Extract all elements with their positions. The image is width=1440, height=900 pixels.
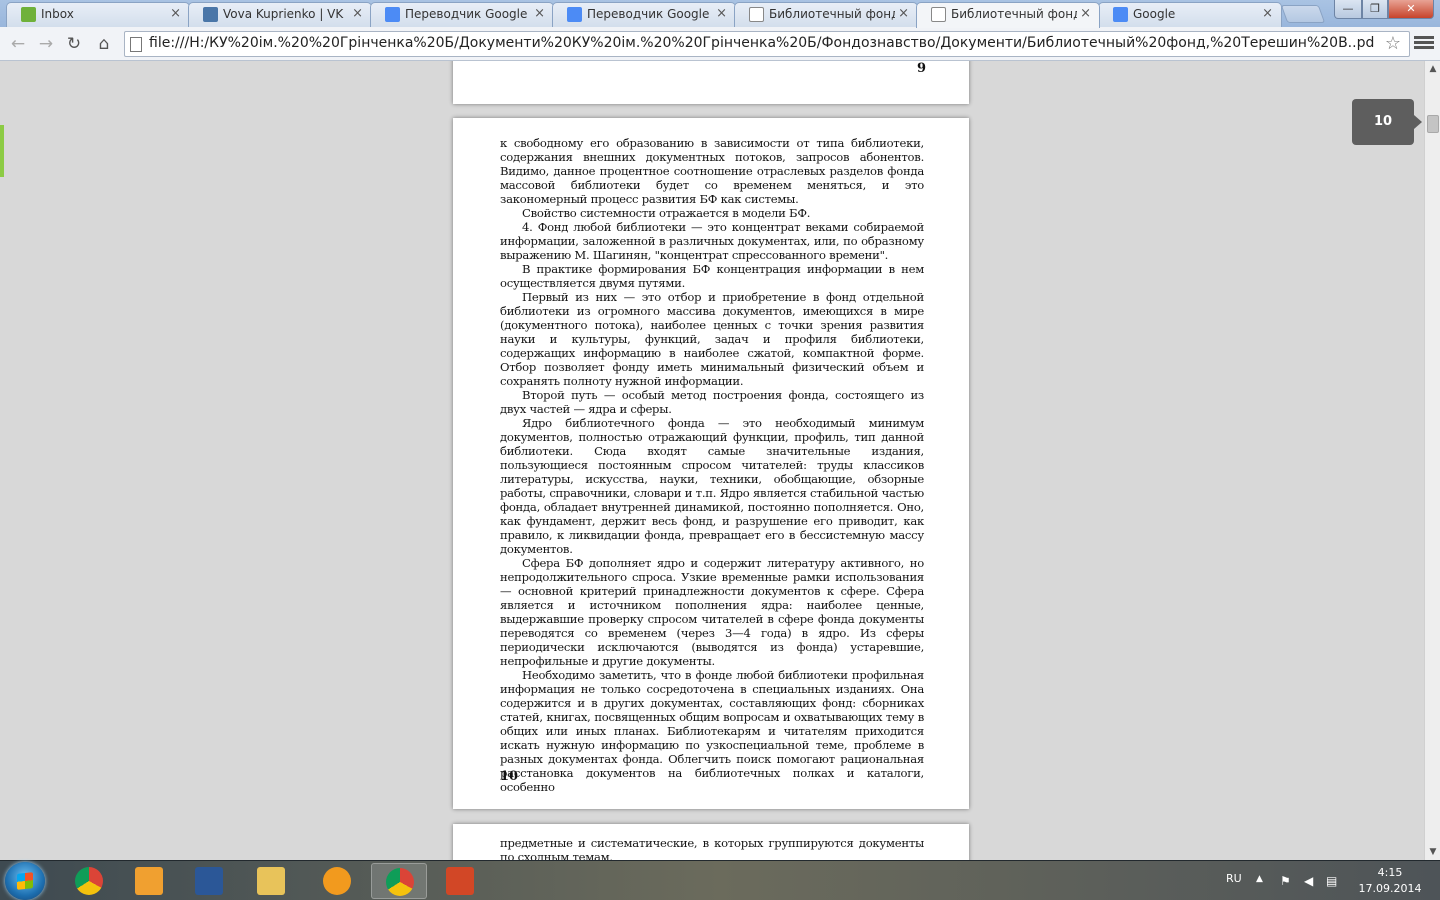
page-icon	[130, 37, 142, 52]
show-hidden-icons-arrow[interactable]: ▲	[1256, 874, 1263, 884]
page-number: 10	[500, 769, 519, 784]
vk-icon	[203, 7, 218, 22]
tab-close-button[interactable]: ×	[898, 3, 909, 25]
address-bar[interactable]: file:///H:/КУ%20ім.%20%20Грінченка%20Б/Д…	[124, 31, 1410, 57]
minimize-button[interactable]: —	[1334, 0, 1362, 19]
bookmark-star-icon[interactable]: ☆	[1385, 33, 1401, 54]
page-number: 9	[917, 61, 927, 76]
browser-toolbar: ← → ↻ ⌂ file:///H:/КУ%20ім.%20%20Грінчен…	[0, 27, 1440, 61]
tab-title: Inbox	[41, 7, 74, 21]
google-icon	[1113, 7, 1128, 22]
action-center-flag-icon[interactable]: ⚑	[1280, 874, 1291, 888]
tab-google-translate-2[interactable]: Переводчик Google ×	[552, 2, 736, 27]
taskbar-chrome-active[interactable]	[371, 863, 427, 899]
window-controls: — ❐ ✕	[1334, 0, 1434, 20]
tab-title: Google	[1133, 7, 1176, 21]
tab-google-translate-1[interactable]: Переводчик Google ×	[370, 2, 554, 27]
tab-close-button[interactable]: ×	[534, 3, 545, 25]
tab-close-button[interactable]: ×	[716, 3, 727, 25]
forward-button[interactable]: →	[34, 32, 58, 56]
page-indicator: 10	[1352, 99, 1422, 145]
file-explorer-icon	[257, 867, 285, 895]
pdf-viewer[interactable]: 9 к свободному его образованию в зависим…	[0, 61, 1440, 860]
taskbar-media-player[interactable]	[121, 863, 177, 899]
chrome-icon	[75, 867, 103, 895]
google-translate-icon	[385, 7, 400, 22]
paragraph: предметные и систематические, в которых …	[500, 836, 924, 860]
document-icon	[749, 7, 764, 22]
tab-title: Переводчик Google	[405, 7, 528, 21]
tab-library-fund-t[interactable]: Библиотечный фонд, Т ×	[916, 2, 1100, 28]
maximize-button[interactable]: ❐	[1362, 0, 1388, 19]
paragraph: Свойство системности отражается в модели…	[522, 206, 811, 220]
tab-title: Vova Kuprienko | VK	[223, 7, 344, 21]
pdf-page-current: к свободному его образованию в зависимос…	[453, 118, 969, 809]
vertical-scrollbar[interactable]: ▲ ▼	[1424, 61, 1440, 860]
pdf-page-previous: 9	[453, 61, 969, 104]
paragraph: В практике формирования БФ концентрация …	[500, 262, 924, 290]
taskbar-presentation[interactable]	[432, 863, 488, 899]
home-button[interactable]: ⌂	[92, 32, 116, 56]
clock-time[interactable]: 4:15	[1350, 866, 1430, 879]
network-icon[interactable]: ▤	[1326, 874, 1337, 888]
scroll-thumb[interactable]	[1427, 115, 1439, 133]
taskbar-file-explorer[interactable]	[243, 863, 299, 899]
tab-strip: Inbox × Vova Kuprienko | VK × Переводчик…	[0, 0, 1440, 28]
paragraph: Второй путь — особый метод построения фо…	[500, 388, 924, 416]
hamburger-icon	[1414, 36, 1434, 39]
tab-close-button[interactable]: ×	[352, 3, 363, 25]
taskbar: RU ▲ ⚑ ◀ ▤ 4:15 17.09.2014	[0, 860, 1440, 900]
chrome-icon	[386, 868, 414, 896]
google-translate-icon	[567, 7, 582, 22]
close-window-button[interactable]: ✕	[1388, 0, 1434, 19]
pdf-page-next: предметные и систематические, в которых …	[453, 824, 969, 860]
page-body-text: к свободному его образованию в зависимос…	[500, 136, 924, 794]
media-player-icon	[135, 867, 163, 895]
paragraph: Сфера БФ дополняет ядро и содержит литер…	[500, 556, 924, 668]
clock-date[interactable]: 17.09.2014	[1350, 882, 1430, 895]
tab-library-fund-s[interactable]: Библиотечный фонд, С ×	[734, 2, 918, 27]
tab-google[interactable]: Google ×	[1098, 2, 1282, 27]
tab-title: Библиотечный фонд, С	[769, 7, 895, 21]
paragraph: Ядро библиотечного фонда — это необходим…	[500, 416, 924, 556]
start-button[interactable]	[5, 862, 45, 900]
language-indicator[interactable]: RU	[1226, 872, 1242, 885]
presentation-icon	[446, 867, 474, 895]
volume-icon[interactable]: ◀	[1304, 874, 1313, 888]
tab-title: Переводчик Google	[587, 7, 710, 21]
scroll-up-arrow[interactable]: ▲	[1425, 61, 1440, 77]
system-tray: RU ▲ ⚑ ◀ ▤ 4:15 17.09.2014	[1218, 861, 1440, 900]
back-button[interactable]: ←	[6, 32, 30, 56]
document-icon	[931, 7, 946, 22]
paragraph: Необходимо заметить, что в фонде любой б…	[500, 668, 924, 794]
taskbar-fl-studio[interactable]	[309, 863, 365, 899]
side-marker	[0, 125, 4, 177]
page-body-text: предметные и систематические, в которых …	[500, 836, 924, 860]
reload-button[interactable]: ↻	[62, 32, 86, 56]
new-tab-button[interactable]	[1280, 5, 1326, 23]
tab-close-button[interactable]: ×	[1080, 3, 1091, 25]
tab-close-button[interactable]: ×	[1262, 3, 1273, 25]
tab-close-button[interactable]: ×	[170, 3, 181, 25]
inbox-icon	[21, 7, 36, 22]
url-text[interactable]: file:///H:/КУ%20ім.%20%20Грінченка%20Б/Д…	[149, 35, 1374, 51]
paragraph: Первый из них — это отбор и приобретение…	[500, 290, 924, 388]
tab-title: Библиотечный фонд, Т	[951, 7, 1077, 21]
tab-vk[interactable]: Vova Kuprienko | VK ×	[188, 2, 372, 27]
scroll-down-arrow[interactable]: ▼	[1425, 844, 1440, 860]
taskbar-chrome[interactable]	[61, 863, 117, 899]
word-icon	[195, 867, 223, 895]
taskbar-word[interactable]	[181, 863, 237, 899]
paragraph: к свободному его образованию в зависимос…	[500, 136, 924, 206]
tab-inbox[interactable]: Inbox ×	[6, 2, 190, 27]
fl-studio-icon	[323, 867, 351, 895]
chrome-menu-button[interactable]	[1414, 34, 1434, 54]
paragraph: 4. Фонд любой библиотеки — это концентра…	[500, 220, 924, 262]
